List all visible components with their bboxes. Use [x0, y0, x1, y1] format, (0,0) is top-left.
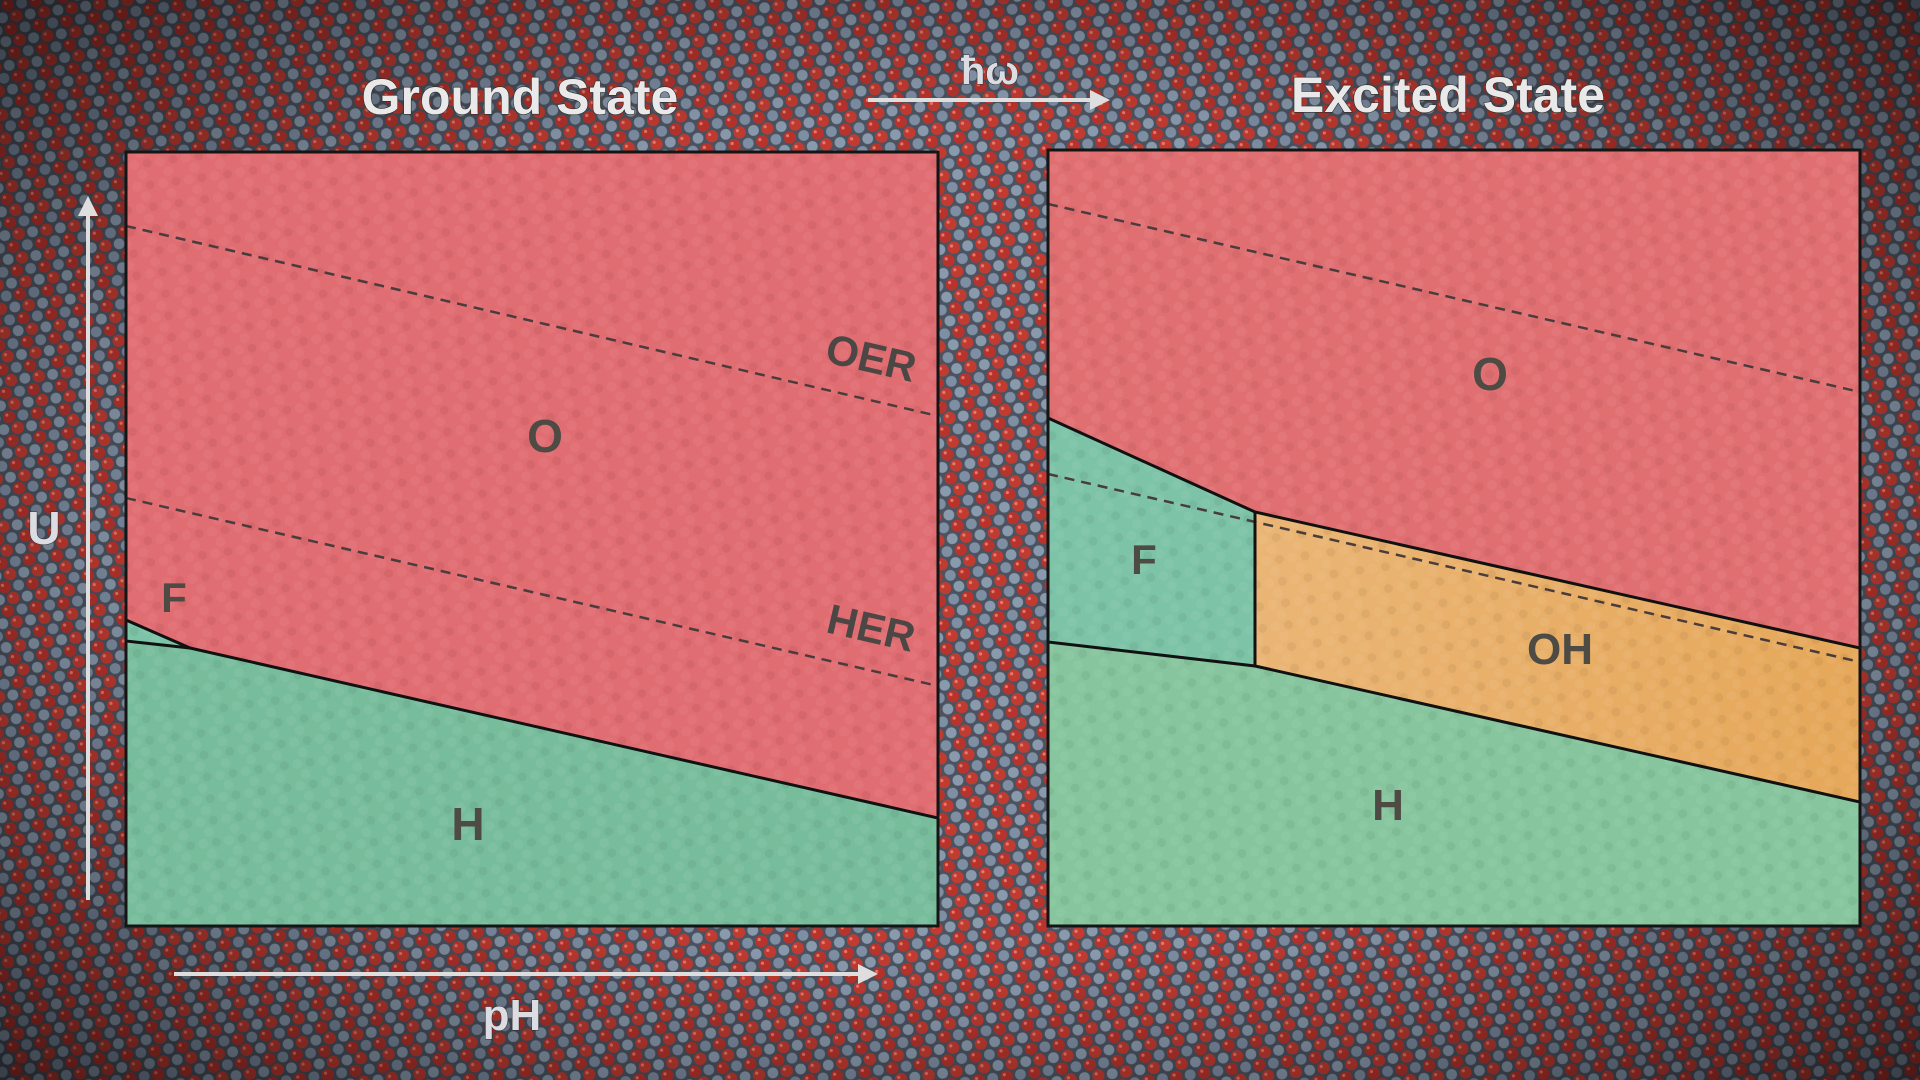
- excited-label-OH: OH: [1527, 625, 1593, 674]
- ground-label-H: H: [451, 798, 484, 850]
- ph-axis-label: pH: [483, 991, 542, 1040]
- excited-label-H: H: [1372, 781, 1404, 830]
- ground-texture: [126, 152, 938, 926]
- excited-state-title: Excited State: [1291, 67, 1605, 123]
- ground-label-F: F: [161, 574, 187, 621]
- excited-state-diagram: [1048, 150, 1860, 926]
- transition-symbol: ħω: [961, 49, 1019, 93]
- potential-axis-label: U: [27, 502, 60, 554]
- pourbaix-figure: Ground State Excited State ħω U pH O F H…: [0, 0, 1920, 1080]
- ground-state-diagram: [126, 152, 938, 926]
- ground-label-O: O: [527, 410, 563, 462]
- excited-label-F: F: [1131, 536, 1157, 583]
- ground-state-title: Ground State: [362, 69, 679, 125]
- excited-texture: [1048, 150, 1860, 926]
- figure-canvas: Ground State Excited State ħω U pH O F H…: [0, 0, 1920, 1080]
- excited-label-O: O: [1472, 348, 1508, 400]
